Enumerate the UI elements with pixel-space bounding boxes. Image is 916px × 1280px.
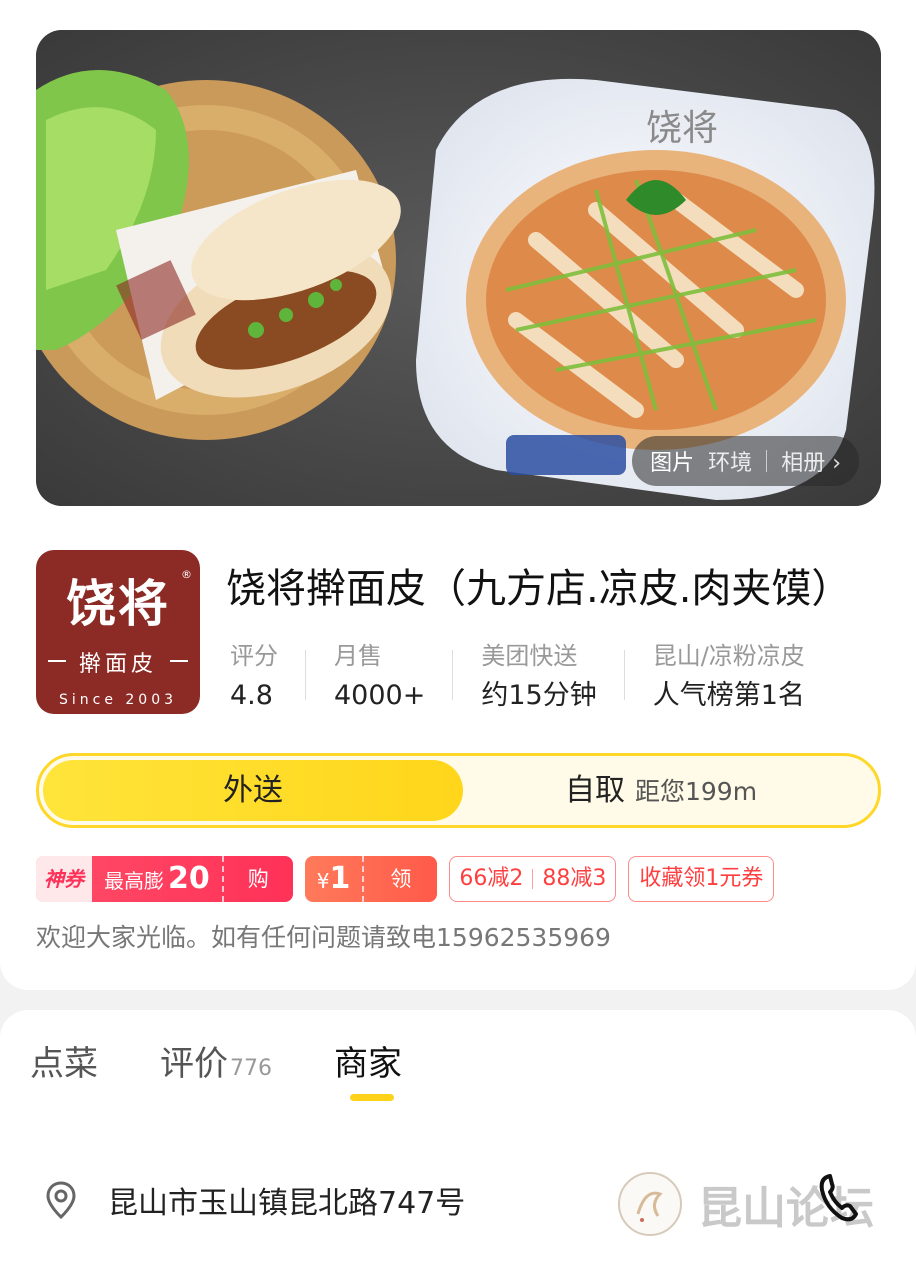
gallery-divider — [766, 450, 768, 472]
stat-label: 昆山/凉粉凉皮 — [652, 642, 805, 670]
one-yuan-amount: ¥1 — [316, 861, 351, 896]
logo-subtitle: 擀面皮 — [78, 652, 157, 677]
shenquan-amount: 20 — [168, 861, 210, 896]
shop-tabs: 点菜 评价776 商家 — [30, 1036, 402, 1101]
shop-address: 昆山市玉山镇昆北路747号 — [108, 1186, 466, 1221]
stat-rating[interactable]: 评分 4.8 — [230, 638, 306, 718]
one-yuan-claim-button[interactable]: 领 — [362, 856, 437, 902]
discount-66: 66减2 — [459, 866, 524, 891]
shenquan-coupon[interactable]: 神券 最高膨 20 购 — [36, 856, 293, 902]
pickup-option[interactable]: 自取 距您199m — [565, 756, 757, 825]
stat-value: 4.8 — [230, 680, 273, 711]
tab-reviews[interactable]: 评价776 — [160, 1036, 272, 1085]
stat-label: 评分 — [230, 642, 278, 670]
tab-environment[interactable]: 环境 — [708, 445, 752, 477]
pickup-distance: 距您199m — [635, 777, 758, 806]
discount-badge[interactable]: 66减2 88减3 — [449, 856, 617, 902]
shop-hero-photo[interactable]: 饶将 图片 环境 相册 › — [36, 30, 881, 506]
svg-text:饶将: 饶将 — [646, 108, 718, 149]
coupon-row: 神券 最高膨 20 购 ¥1 领 66减2 88减3 收藏领1元券 — [36, 856, 775, 902]
stat-value: 人气榜第1名 — [652, 680, 805, 711]
tab-photos[interactable]: 图片 — [650, 445, 694, 477]
discount-88: 88减3 — [542, 866, 607, 891]
favorite-coupon-button[interactable]: 收藏领1元券 — [628, 856, 775, 902]
review-count: 776 — [230, 1056, 272, 1081]
logo-brand-text: 饶将 — [66, 574, 170, 633]
one-yuan-coupon[interactable]: ¥1 领 — [304, 856, 438, 902]
tab-menu[interactable]: 点菜 — [30, 1036, 98, 1085]
food-photo: 饶将 — [36, 30, 881, 506]
tab-album[interactable]: 相册 › — [781, 445, 841, 477]
tab-merchant[interactable]: 商家 — [334, 1036, 402, 1101]
delivery-option[interactable]: 外送 — [43, 760, 463, 821]
shenquan-buy-button[interactable]: 购 — [221, 856, 293, 902]
registered-mark: ® — [181, 568, 192, 581]
pickup-label: 自取 — [565, 773, 625, 808]
stat-ranking[interactable]: 昆山/凉粉凉皮 人气榜第1名 — [653, 638, 833, 718]
active-tab-indicator — [350, 1094, 394, 1101]
gallery-tabs: 图片 环境 相册 › — [632, 436, 859, 486]
location-pin-icon — [46, 1181, 76, 1220]
stat-label: 美团快送 — [481, 642, 578, 670]
shenquan-tag: 神券 — [36, 856, 92, 902]
shop-name: 饶将擀面皮（九方店.凉皮.肉夹馍） — [226, 566, 852, 612]
stat-label: 月售 — [334, 642, 382, 670]
stat-value: 4000+ — [334, 680, 426, 711]
address-row[interactable]: 昆山市玉山镇昆北路747号 — [42, 1178, 465, 1222]
delivery-mode-toggle: 外送 自取 距您199m — [36, 753, 881, 828]
stat-value: 约15分钟 — [481, 680, 597, 711]
logo-since: Since 2003 — [58, 692, 178, 708]
phone-icon[interactable] — [816, 1170, 860, 1224]
stat-delivery-time: 美团快送 约15分钟 — [481, 638, 626, 718]
logo-line-right — [170, 660, 188, 662]
stat-monthly-sales: 月售 4000+ — [334, 638, 454, 718]
shop-notice: 欢迎大家光临。如有任何问题请致电15962535969 — [36, 923, 611, 952]
shop-stats: 评分 4.8 月售 4000+ 美团快送 约15分钟 昆山/凉粉凉皮 人气榜第1… — [230, 638, 861, 718]
watermark-seal-icon — [618, 1172, 682, 1236]
shop-logo[interactable]: 饶将 ® 擀面皮 Since 2003 — [36, 550, 200, 714]
shenquan-text: 最高膨 20 — [104, 861, 210, 896]
